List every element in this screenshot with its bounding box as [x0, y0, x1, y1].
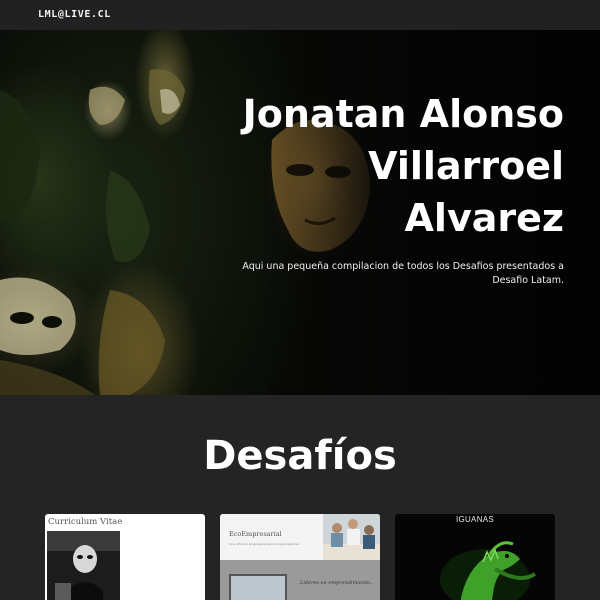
hero-title-line: Villarroel	[368, 144, 564, 188]
hero-title-line: Jonatan Alonso	[242, 92, 564, 136]
section-title: Desafíos	[203, 433, 397, 479]
hero-title-line: Alvarez	[404, 196, 564, 240]
hero-banner: Jonatan Alonso Villarroel Alvarez Aqui u…	[0, 30, 600, 395]
card-iguanas[interactable]: IGUANAS	[395, 514, 555, 600]
card-body: Lideres en emprendimiento..	[220, 560, 380, 600]
card-title: Curriculum Vitae	[48, 517, 123, 527]
office-team-photo	[323, 514, 380, 560]
card-title: IGUANAS	[455, 515, 495, 524]
portrait-photo	[47, 531, 120, 600]
brand-link[interactable]: LML@LIVE.CL	[38, 9, 111, 20]
navbar: LML@LIVE.CL	[0, 0, 600, 30]
iguana-photo	[395, 514, 555, 600]
card-tagline: Una reforma empresarial para emprendedor…	[229, 542, 299, 546]
hero-subtitle: Aqui una pequeña compilacion de todos lo…	[242, 261, 564, 286]
card-ecoempresarial[interactable]: EcoEmpresarial Una reforma empresarial p…	[220, 514, 380, 600]
card-curriculum-vitae[interactable]: Curriculum Vitae	[45, 514, 205, 600]
laptop-image	[229, 574, 287, 600]
card-lead: Lideres en emprendimiento..	[300, 580, 374, 586]
card-title: EcoEmpresarial	[229, 530, 282, 538]
hero-title: Jonatan Alonso Villarroel Alvarez	[204, 88, 564, 244]
